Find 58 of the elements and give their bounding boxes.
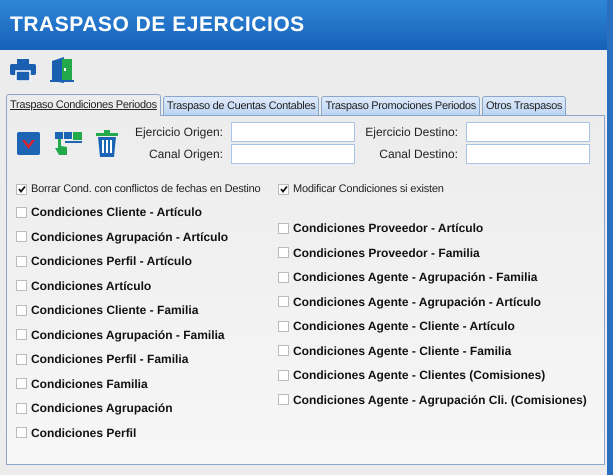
checkbox-label: Condiciones Perfil - Artículo bbox=[31, 253, 192, 270]
checkbox[interactable] bbox=[16, 231, 27, 242]
checkbox-label: Condiciones Agente - Agrupación Cli. (Comisiones) bbox=[293, 392, 587, 409]
checkbox[interactable] bbox=[278, 222, 289, 234]
tab[interactable]: Traspaso Promociones Periodos bbox=[321, 96, 480, 115]
checkbox-label: Condiciones Cliente - Familia bbox=[31, 302, 198, 320]
checkbox-label: Condiciones Artículo bbox=[31, 278, 152, 295]
checkbox-label: Condiciones Agrupación - Artículo bbox=[31, 228, 228, 246]
checkbox-label: Condiciones Proveedor - Artículo bbox=[293, 220, 484, 238]
checkbox[interactable] bbox=[16, 304, 27, 316]
checkbox-label: Condiciones Agente - Agrupación - Familia bbox=[293, 269, 538, 286]
checkbox-label: Condiciones Proveedor - Familia bbox=[293, 244, 480, 262]
field-label: Ejercicio Destino: bbox=[365, 124, 458, 141]
window-title: TRASPASO DE EJERCICIOS bbox=[10, 12, 305, 38]
checkbox[interactable] bbox=[16, 354, 27, 365]
tab[interactable]: Traspaso Condiciones Periodos bbox=[6, 94, 161, 116]
checkbox[interactable] bbox=[16, 184, 27, 194]
input-field[interactable] bbox=[466, 122, 590, 142]
checkbox-label: Modificar Condiciones si existen bbox=[293, 182, 444, 197]
tab[interactable]: Traspaso de Cuentas Contables bbox=[162, 96, 320, 115]
checkbox[interactable] bbox=[278, 272, 289, 283]
checkbox-label: Condiciones Agente - Agrupación - Artículo bbox=[293, 294, 542, 311]
hand-cards-icon[interactable] bbox=[53, 129, 83, 157]
checkbox-label: Condiciones Agente - Clientes (Comisiones) bbox=[293, 367, 546, 384]
input-field[interactable] bbox=[231, 144, 355, 164]
checkbox[interactable] bbox=[16, 427, 27, 438]
v-logo-icon[interactable] bbox=[17, 132, 40, 154]
tab[interactable]: Otros Traspasos bbox=[482, 96, 566, 115]
checkbox-label: Condiciones Perfil - Familia bbox=[31, 351, 188, 368]
input-field[interactable] bbox=[231, 122, 355, 142]
checkbox-label: Condiciones Agente - Cliente - Artículo bbox=[293, 318, 515, 336]
checkbox[interactable] bbox=[16, 280, 27, 292]
checkbox[interactable] bbox=[278, 320, 289, 332]
checkbox-label: Condiciones Familia bbox=[31, 376, 148, 393]
checkbox-label: Borrar Cond. con conflictos de fechas en Destino bbox=[31, 182, 260, 197]
checkbox-label: Condiciones Cliente - Artículo bbox=[31, 204, 202, 222]
checkbox[interactable] bbox=[278, 370, 289, 381]
field-label: Canal Destino: bbox=[379, 146, 458, 163]
checkbox[interactable] bbox=[16, 329, 27, 340]
field-label: Ejercicio Origen: bbox=[134, 124, 223, 141]
checkbox[interactable] bbox=[278, 394, 289, 406]
field-label: Canal Origen: bbox=[148, 146, 223, 163]
checkbox[interactable] bbox=[16, 378, 27, 390]
checkbox[interactable] bbox=[278, 184, 289, 194]
checkbox[interactable] bbox=[278, 345, 289, 356]
checkbox[interactable] bbox=[16, 402, 27, 414]
printer-icon[interactable] bbox=[10, 59, 36, 81]
input-field[interactable] bbox=[466, 144, 590, 164]
trash-icon[interactable] bbox=[96, 130, 118, 156]
checkbox-label: Condiciones Agrupación - Familia bbox=[31, 326, 225, 344]
checkbox[interactable] bbox=[278, 247, 289, 258]
checkbox-label: Condiciones Agrupación bbox=[31, 400, 173, 418]
checkbox[interactable] bbox=[16, 256, 27, 267]
checkbox-label: Condiciones Agente - Cliente - Familia bbox=[293, 342, 512, 360]
checkbox[interactable] bbox=[278, 296, 289, 308]
checkbox[interactable] bbox=[16, 206, 27, 218]
door-icon[interactable] bbox=[50, 57, 74, 83]
checkbox-label: Condiciones Perfil bbox=[31, 424, 136, 442]
